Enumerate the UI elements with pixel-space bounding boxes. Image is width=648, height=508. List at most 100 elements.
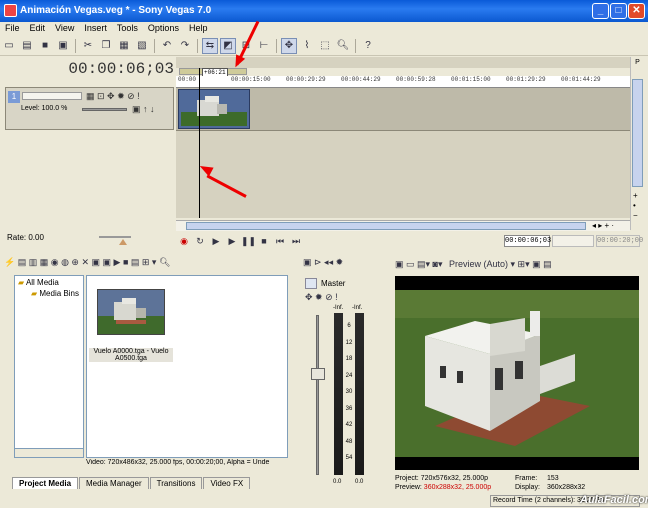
- timeline-empty-area[interactable]: [176, 131, 630, 218]
- time-ruler[interactable]: 00:00 00:00:15:00 00:00:29:29 00:00:44:2…: [176, 76, 630, 88]
- redo-icon[interactable]: ↷: [177, 38, 193, 54]
- undo-icon[interactable]: ↶: [159, 38, 175, 54]
- media-thumbnail[interactable]: [97, 289, 165, 335]
- properties-icon[interactable]: ▣: [55, 38, 71, 54]
- meter-scale-label: 18: [345, 356, 353, 362]
- play-from-start-icon[interactable]: ▶: [209, 234, 223, 248]
- track-name-field[interactable]: [22, 92, 82, 100]
- meter-scale-label: 12: [345, 339, 353, 346]
- menu-help[interactable]: Help: [184, 22, 213, 33]
- media-tree[interactable]: ▰ All Media ▰ Media Bins: [14, 275, 84, 458]
- tab-media-manager[interactable]: Media Manager: [79, 477, 149, 489]
- close-button[interactable]: ✕: [628, 3, 645, 19]
- preview-house-render: [395, 276, 639, 470]
- go-to-start-icon[interactable]: ⏮: [273, 234, 287, 248]
- preview-quality-arrow[interactable]: ▾ ⊞▾ ▣ ▤: [508, 259, 552, 269]
- tree-item-label: All Media: [25, 278, 59, 287]
- open-icon[interactable]: ▤: [19, 38, 35, 54]
- level-slider[interactable]: [82, 108, 127, 111]
- menu-options[interactable]: Options: [143, 22, 184, 33]
- minimize-button[interactable]: _: [592, 3, 609, 19]
- auto-ripple-icon[interactable]: ⇆: [202, 38, 218, 54]
- save-icon[interactable]: ■: [37, 38, 53, 54]
- tab-transitions[interactable]: Transitions: [149, 477, 203, 489]
- menu-tools[interactable]: Tools: [112, 22, 143, 33]
- track-level-label: Level: 100.0 %: [21, 105, 68, 112]
- paste-icon[interactable]: ▦: [116, 38, 132, 54]
- master-fx-icons[interactable]: ✥ ✹ ⊘ !: [305, 292, 338, 303]
- mixer-toolbar[interactable]: ▣ ⊳ ◂◂ ✹: [303, 257, 388, 273]
- preview-value: 360x288x32, 25.000p: [423, 484, 492, 491]
- media-item-name: Vuelo A0000.tga - Vuelo A0500.tga: [89, 348, 173, 362]
- track-motion-icons[interactable]: ▣ ↑ ↓: [132, 104, 155, 115]
- pause-icon[interactable]: ❚❚: [241, 234, 256, 248]
- cut-icon[interactable]: ✂: [80, 38, 96, 54]
- video-track-header[interactable]: 1 ▦ ⊡ ✥ ✹ ⊘ ! Level: 100.0 % ▣ ↑ ↓: [5, 87, 174, 130]
- snap-icon[interactable]: ⊢: [256, 38, 272, 54]
- loop-region[interactable]: +06:21: [179, 68, 247, 77]
- meter-scale-label: 36: [345, 405, 353, 412]
- scroll-thumb[interactable]: [632, 79, 643, 187]
- project-value: 720x576x32, 25.000p: [420, 475, 489, 482]
- display-label: Display:: [515, 484, 540, 491]
- loop-playback-icon[interactable]: ↻: [193, 234, 207, 248]
- hscroll-thumb[interactable]: [186, 222, 586, 230]
- zoom-buttons[interactable]: + • −: [633, 191, 638, 221]
- rate-slider[interactable]: [99, 236, 131, 238]
- frame-value: 153: [547, 475, 559, 482]
- ruler-tick: 00:01:15:00: [451, 76, 491, 83]
- envelope-tool-icon[interactable]: ⌇: [299, 38, 315, 54]
- lock-envelopes-icon[interactable]: ◩: [220, 38, 236, 54]
- delete-icon[interactable]: ▧: [134, 38, 150, 54]
- tab-video-fx[interactable]: Video FX: [203, 477, 251, 489]
- preview-quality-select[interactable]: Preview (Auto): [449, 259, 508, 269]
- play-icon[interactable]: ▶: [225, 234, 239, 248]
- menu-edit[interactable]: Edit: [25, 22, 51, 33]
- playhead-cursor[interactable]: [199, 68, 200, 218]
- record-icon[interactable]: ◉: [177, 234, 191, 248]
- timeline-vertical-scrollbar[interactable]: P + • −: [630, 57, 644, 230]
- title-bar: Animación Vegas.veg * - Sony Vegas 7.0 _…: [0, 0, 648, 22]
- copy-icon[interactable]: ❐: [98, 38, 114, 54]
- whats-this-icon[interactable]: ?: [360, 38, 376, 54]
- selection-start-field[interactable]: [552, 235, 594, 247]
- video-event-clip[interactable]: [178, 89, 250, 129]
- tab-project-media[interactable]: Project Media: [12, 477, 79, 489]
- go-to-end-icon[interactable]: ⏭: [289, 234, 303, 248]
- selection-tool-icon[interactable]: ⬚: [317, 38, 333, 54]
- master-fader-handle[interactable]: [311, 368, 325, 380]
- media-list[interactable]: Vuelo A0000.tga - Vuelo A0500.tga: [86, 275, 288, 458]
- zoom-tool-icon[interactable]: 🔍︎: [335, 38, 351, 54]
- master-fader-track[interactable]: [316, 315, 319, 475]
- timeline-horizontal-scrollbar[interactable]: ◂ ▸ + ·: [176, 220, 630, 231]
- new-icon[interactable]: ▭: [1, 38, 17, 54]
- cursor-time-field[interactable]: 00:00:06;03: [504, 235, 551, 247]
- track-fx-icons[interactable]: ▦ ⊡ ✥ ✹ ⊘ !: [86, 91, 140, 102]
- ruler-tick: 00:00:59:28: [396, 76, 436, 83]
- normal-edit-tool-icon[interactable]: ✥: [281, 38, 297, 54]
- app-icon: [4, 4, 17, 17]
- meter-scale: 6 12 18 24 30 36 42 48 54: [343, 318, 355, 467]
- preview-toolbar-icons[interactable]: ▣ ▭ ▤▾ ◙▾: [395, 259, 442, 269]
- stop-icon[interactable]: ■: [257, 234, 271, 248]
- video-preview-window: [395, 276, 639, 470]
- maximize-button[interactable]: □: [610, 3, 627, 19]
- menu-file[interactable]: File: [0, 22, 25, 33]
- menu-insert[interactable]: Insert: [79, 22, 112, 33]
- tree-item-all-media[interactable]: ▰ All Media: [15, 276, 83, 289]
- rate-handle-icon[interactable]: [119, 239, 127, 245]
- media-toolbar-icons[interactable]: ⚡ ▤ ▥ ▦ ◉ ◍ ⊕ ✕ ▣ ▣ ▶ ■ ▤ ⊞ ▾ 🔍︎: [4, 257, 170, 267]
- tree-item-media-bins[interactable]: ▰ Media Bins: [15, 289, 83, 298]
- tree-hscrollbar[interactable]: [14, 448, 84, 458]
- timecode-display: 00:00:06;03: [68, 60, 174, 78]
- preview-label: Preview:: [395, 484, 422, 491]
- house-thumbnail-image: [98, 290, 164, 334]
- ruler-tick: 00:00:15:00: [231, 76, 271, 83]
- menu-view[interactable]: View: [50, 22, 79, 33]
- selection-end-field[interactable]: 00:00:20;00: [596, 235, 643, 247]
- inf-left: -Inf.: [333, 305, 344, 311]
- rate-label: Rate: 0.00: [7, 233, 44, 242]
- track-number: 1: [8, 91, 20, 103]
- clip-thumbnail: [179, 90, 249, 128]
- hscroll-arrows[interactable]: ◂ ▸ + ·: [592, 221, 614, 230]
